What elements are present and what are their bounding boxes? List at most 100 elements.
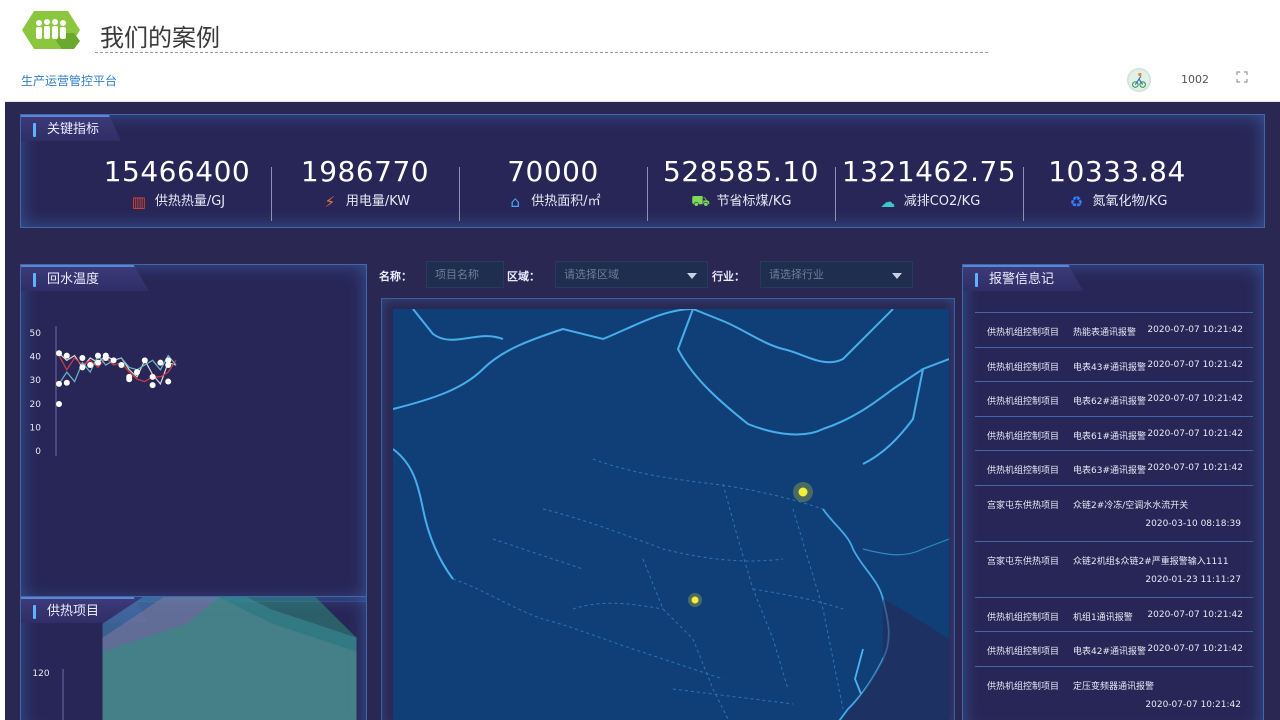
name-filter-label: 名称： [379,270,412,283]
alarm-message: 电表42#通讯报警 [1073,647,1146,657]
kpi-value: 1986770 [300,155,430,188]
alarm-time: 2020-07-07 10:21:42 [1147,359,1243,370]
alarm-time: 2020-01-23 11:11:27 [1145,574,1241,585]
guiyang-marker[interactable] [691,596,699,604]
dashboard: 关键指标 15466400 ▥ 供热热量/GJ 1986770 ⚡ 用电量/KW 7… [5,102,1280,720]
project-name-input[interactable]: 项目名称 [426,261,504,288]
y-tick-label: 50 [30,329,42,339]
data-point [149,382,156,389]
y-tick-label: 0 [35,447,41,457]
alarm-message: 热能表通讯报警 [1073,328,1137,338]
kpi-label: 减排CO2/KG [903,194,981,209]
data-point [87,362,94,369]
fullscreen-icon[interactable] [1235,70,1249,84]
chevron-down-icon [892,273,902,279]
y-tick-label: 20 [30,400,42,410]
kpi-heat-supply: 15466400 ▥ 供热热量/GJ [83,155,271,211]
industry-filter-label: 行业： [712,270,745,283]
china-map-svg [393,309,949,720]
kpi-nitrogen-oxides: 10333.84 ♻ 氮氧化物/KG [1023,155,1211,211]
coal-cart-icon: ⛟ [691,191,710,210]
return-water-temp-panel: 回水温度 0 10 20 30 40 50 [20,264,367,602]
kpi-panel: 关键指标 15466400 ▥ 供热热量/GJ 1986770 ⚡ 用电量/KW 7… [20,114,1265,228]
alarm-project: 供热机组控制项目 [987,431,1060,442]
region-select[interactable]: 请选择区域 [555,261,708,288]
alarm-row[interactable]: 供热机组控制项目 电表43#通讯报警 2020-07-07 10:21:42 [975,348,1253,382]
china-map[interactable] [393,309,949,720]
user-avatar[interactable] [1127,68,1151,92]
data-point [95,359,101,366]
y-tick-label: 120 [32,669,49,679]
heating-project-panel: 供热项目 120 [20,596,367,720]
alarm-message: 电表63#通讯报警 [1073,466,1146,476]
alarm-project: 供热机组控制项目 [987,681,1060,692]
alarm-project: 供热机组控制项目 [987,647,1060,657]
data-point [134,369,140,376]
alarm-row[interactable]: 供热机组控制项目 电表62#通讯报警 2020-07-07 10:21:42 [975,382,1253,417]
alarm-message: 众链2机组$众链2#严重报警输入1111 [1073,556,1229,567]
heating-project-chart: 120 [32,597,357,720]
alarm-row[interactable]: 宫家屯东供热项目 众链2#冷冻/空调水水流开关 2020-03-10 08:18:3… [975,486,1253,542]
alarm-time: 2020-07-07 10:21:42 [1147,644,1243,654]
cloud-icon: ☁ [880,192,896,211]
alarm-project: 宫家屯东供热项目 [987,556,1060,567]
recycle-icon: ♻ [1069,192,1084,211]
alarm-message: 电表62#通讯报警 [1073,397,1146,407]
kpi-power-usage: 1986770 ⚡ 用电量/KW [271,155,459,211]
alarm-row[interactable]: 供热机组控制项目 热能表通讯报警 2020-07-07 10:21:42 [975,313,1253,348]
kpi-value: 15466400 [103,155,251,188]
alarm-message: 电表43#通讯报警 [1073,362,1146,373]
data-point [165,378,172,385]
kpi-label: 节省标煤/KG [716,194,792,209]
alarm-time: 2020-03-10 08:18:39 [1145,518,1241,529]
alarm-row[interactable]: 供热机组控制项目 电表61#通讯报警 2020-07-07 10:21:42 [975,417,1253,451]
region-select-placeholder: 请选择区域 [564,268,619,281]
industry-select-placeholder: 请选择行业 [769,268,824,281]
data-point [79,364,86,371]
y-tick-label: 40 [30,353,42,363]
alarm-time: 2020-07-07 10:21:42 [1147,394,1243,404]
alarm-time: 2020-07-07 10:21:42 [1147,609,1243,620]
app-title[interactable]: 生产运营管控平台 [21,72,117,89]
data-point [56,350,62,357]
user-name[interactable]: 1002 [1181,73,1209,86]
alarm-time: 2020-07-07 10:21:42 [1145,699,1241,710]
kpi-value: 1321462.75 [841,155,1017,188]
data-point [118,362,125,369]
kpi-heating-area: 70000 ⌂ 供热面积/㎡ [459,155,647,211]
beijing-marker[interactable] [798,487,808,497]
alarm-time: 2020-07-07 10:21:42 [1147,463,1243,473]
data-point [79,354,86,361]
alarm-message: 众链2#冷冻/空调水水流开关 [1073,500,1189,511]
data-point [63,352,70,359]
alarm-project: 供热机组控制项目 [987,328,1060,338]
kpi-label: 用电量/KW [345,194,411,209]
data-point [63,379,70,386]
kpi-co2-reduction: 1321462.75 ☁ 减排CO2/KG [835,155,1023,211]
kpi-value: 70000 [507,155,599,188]
data-point [56,400,62,407]
data-point [110,357,117,364]
return-water-temp-chart: 0 10 20 30 40 50 [30,326,177,457]
alarm-project: 供热机组控制项目 [987,397,1060,407]
alarm-row[interactable]: 供热机组控制项目 机组1通讯报警 2020-07-07 10:21:42 [975,598,1253,632]
alarm-time: 2020-07-07 10:21:42 [1147,428,1243,439]
alarm-project: 宫家屯东供热项目 [987,500,1060,511]
alarm-row[interactable]: 宫家屯东供热项目 众链2机组$众链2#严重报警输入1111 2020-01-23 1… [975,542,1253,598]
data-point [95,352,101,359]
power-tower-icon: ⚡ [324,192,336,211]
kpi-value: 10333.84 [1048,155,1186,188]
data-point [157,359,164,366]
chevron-down-icon [687,273,697,279]
house-icon: ⌂ [510,192,521,211]
alarm-message: 机组1通讯报警 [1073,612,1133,623]
alarm-message: 定压变频器通讯报警 [1073,681,1155,692]
alarm-row[interactable]: 供热机组控制项目 电表42#通讯报警 2020-07-07 10:21:42 [975,632,1253,667]
team-hexagon-icon [22,11,80,49]
alarm-row-partial [975,297,1253,313]
alarm-row[interactable]: 供热机组控制项目 电表63#通讯报警 2020-07-07 10:21:42 [975,451,1253,486]
industry-select[interactable]: 请选择行业 [760,261,913,288]
alarm-row[interactable]: 供热机组控制项目 定压变频器通讯报警 2020-07-07 10:21:42 [975,667,1253,720]
title-divider [95,52,988,53]
alarm-panel-title: 报警信息记录 [963,265,1083,291]
